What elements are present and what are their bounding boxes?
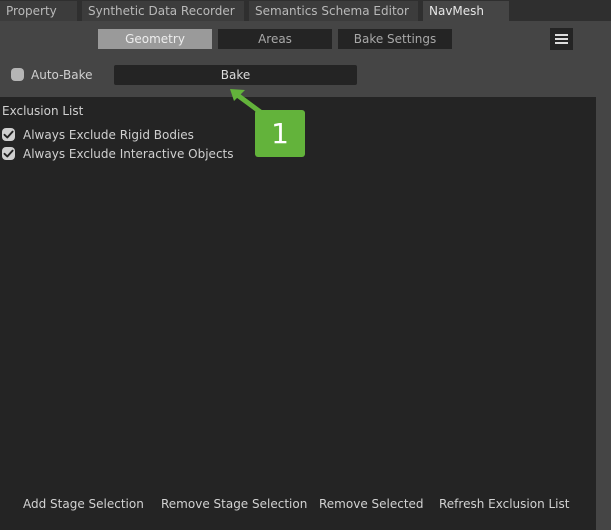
hamburger-menu-icon[interactable] (550, 28, 573, 50)
segment-geometry[interactable]: Geometry (98, 29, 212, 49)
segment-areas[interactable]: Areas (218, 29, 332, 49)
checkmark-icon (3, 149, 14, 158)
exclusion-list-title: Exclusion List (2, 104, 84, 118)
segment-bake-settings[interactable]: Bake Settings (338, 29, 452, 49)
exclude-rigid-bodies-label: Always Exclude Rigid Bodies (23, 128, 194, 142)
tab-semantics-schema-editor[interactable]: Semantics Schema Editor (249, 1, 418, 21)
bake-button[interactable]: Bake (114, 65, 357, 85)
refresh-exclusion-list-button[interactable]: Refresh Exclusion List (439, 497, 569, 511)
tab-property[interactable]: Property (0, 1, 77, 21)
exclude-rigid-bodies-checkbox[interactable] (2, 128, 15, 141)
auto-bake-label: Auto-Bake (31, 68, 93, 82)
auto-bake-checkbox[interactable] (11, 68, 24, 81)
add-stage-selection-button[interactable]: Add Stage Selection (23, 497, 144, 511)
remove-selected-button[interactable]: Remove Selected (319, 497, 424, 511)
exclude-interactive-objects-checkbox[interactable] (2, 147, 15, 160)
checkmark-icon (3, 130, 14, 139)
tab-synthetic-data-recorder[interactable]: Synthetic Data Recorder (82, 1, 244, 21)
tab-navmesh[interactable]: NavMesh (423, 1, 509, 21)
scrollbar-track[interactable] (596, 97, 611, 530)
tab-bar: Property Synthetic Data Recorder Semanti… (0, 0, 611, 21)
remove-stage-selection-button[interactable]: Remove Stage Selection (161, 497, 307, 511)
exclusion-list-panel (0, 97, 596, 530)
exclude-interactive-objects-label: Always Exclude Interactive Objects (23, 147, 234, 161)
step-number-badge: 1 (255, 110, 305, 157)
